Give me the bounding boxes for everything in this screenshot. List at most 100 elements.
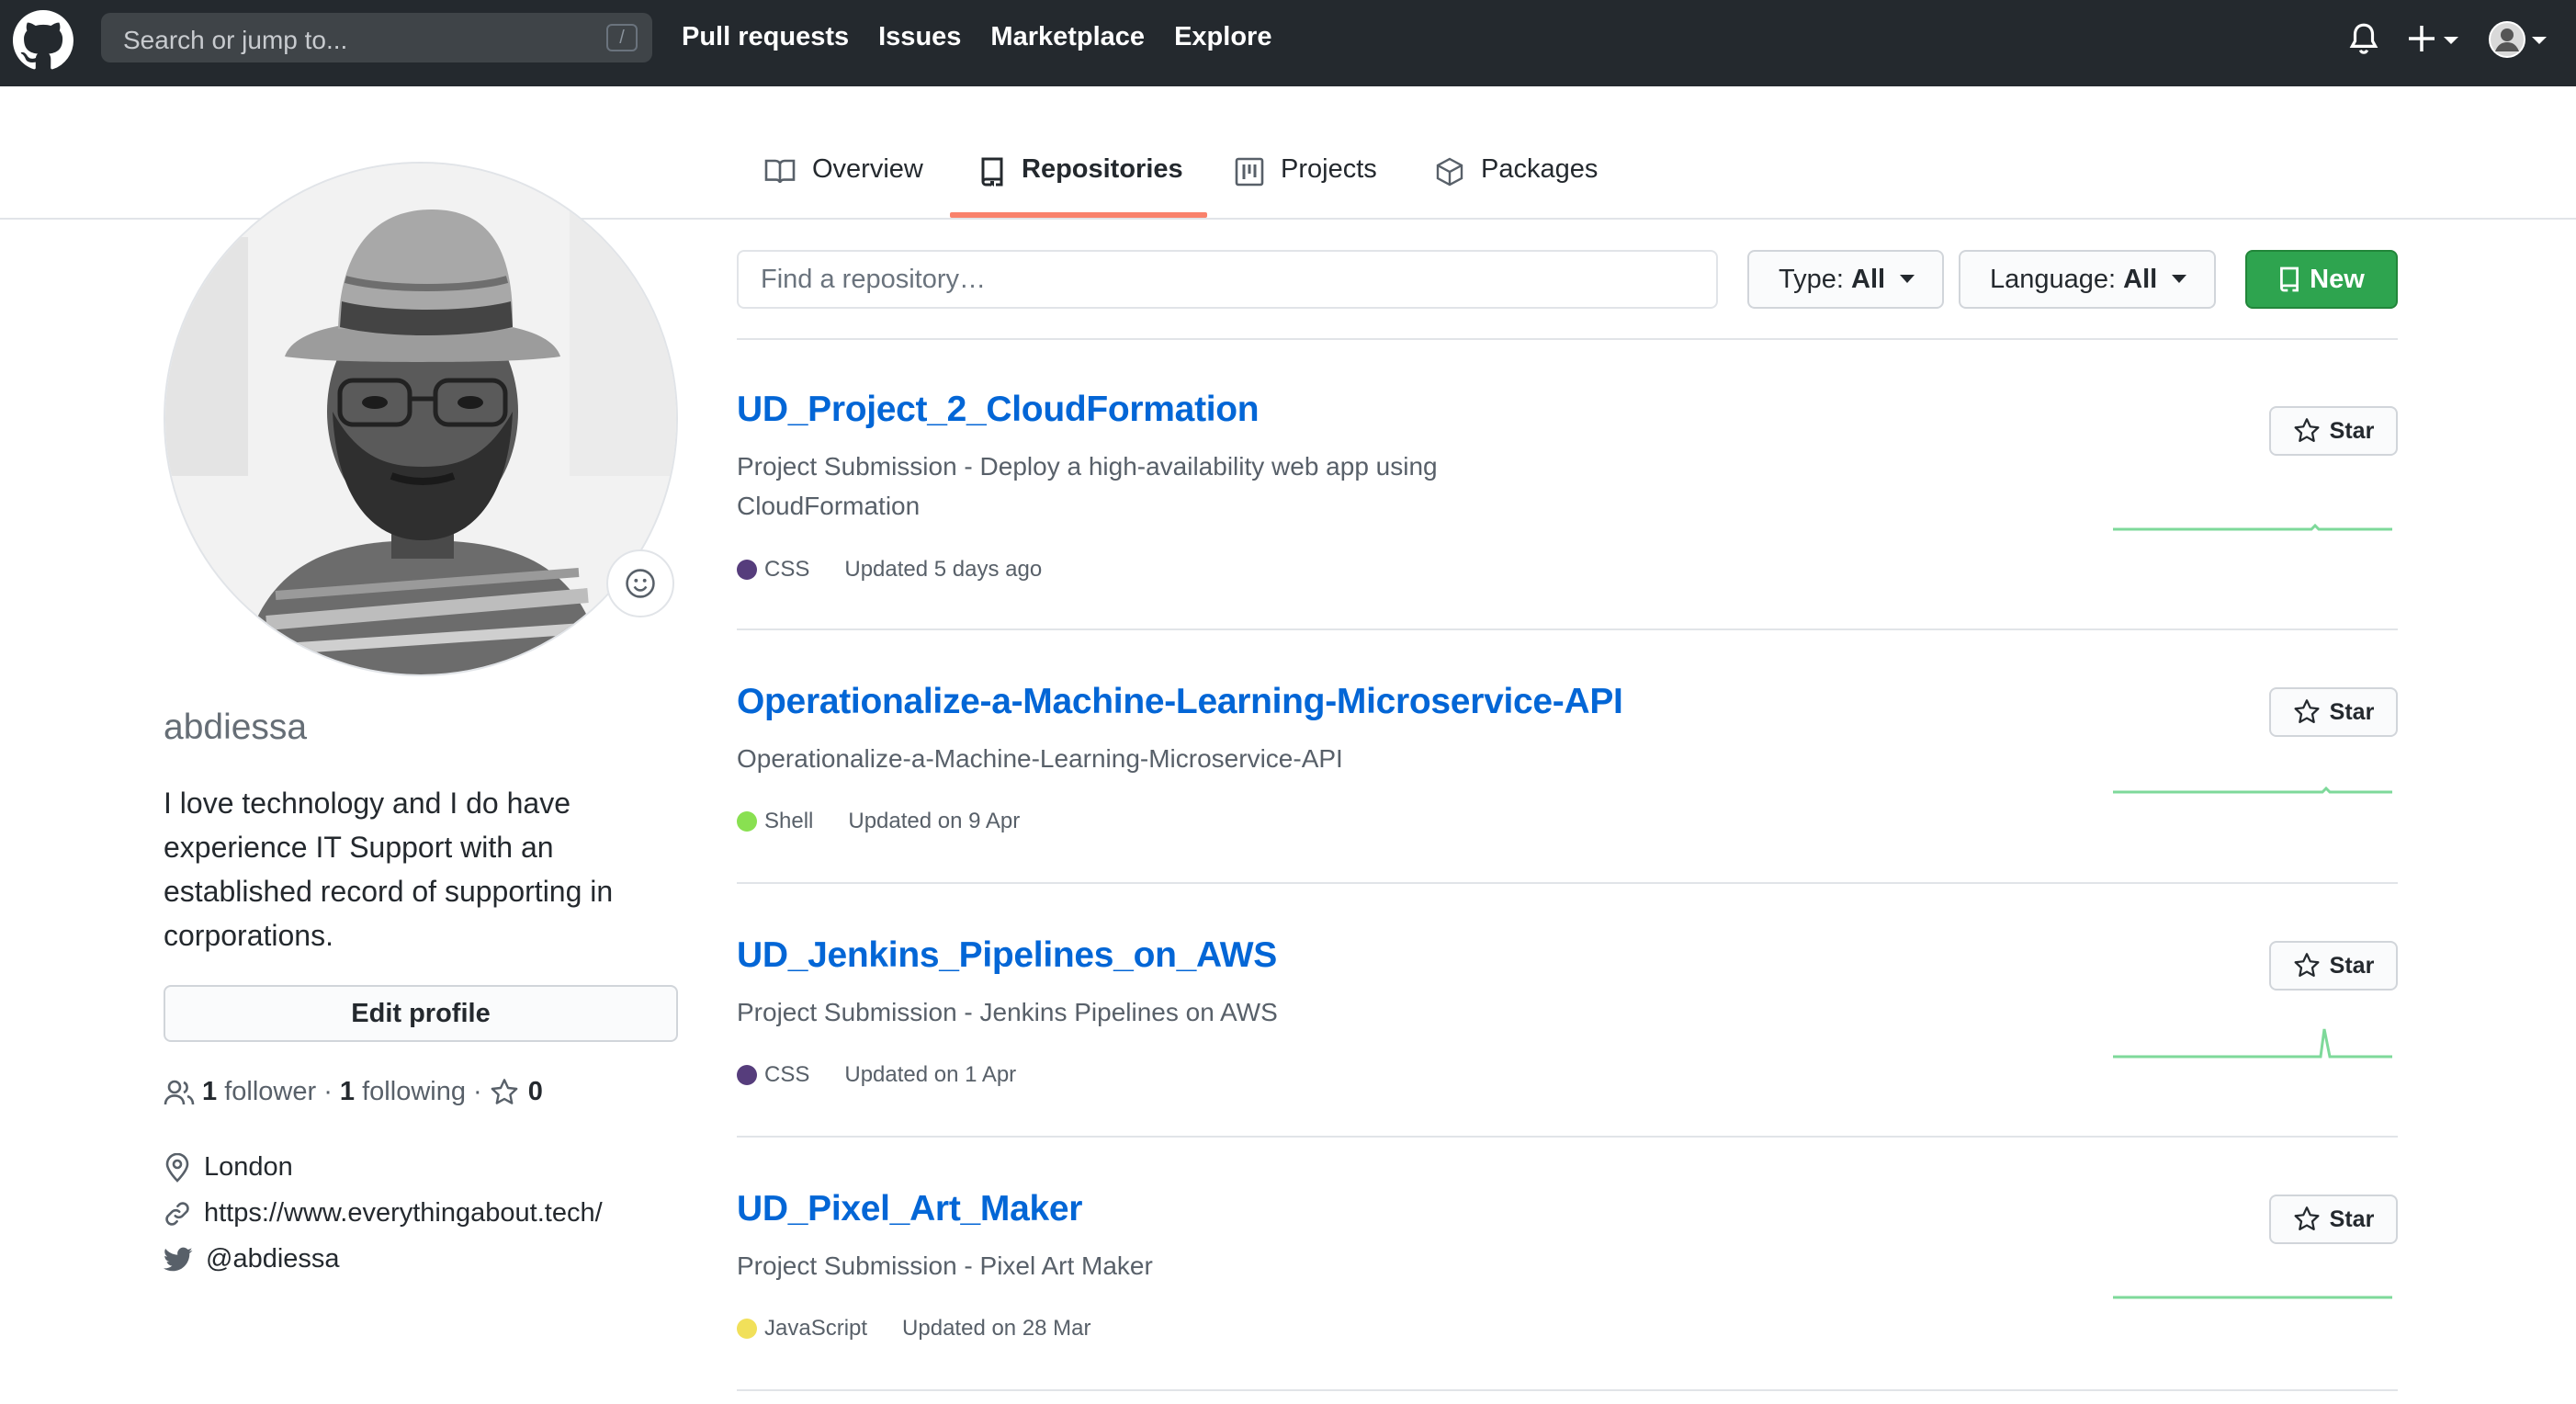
create-new-menu[interactable] xyxy=(2409,22,2466,62)
tab-label: Overview xyxy=(812,154,923,184)
profile-avatar xyxy=(164,162,678,676)
repo-language: CSS xyxy=(764,557,810,582)
tab-packages[interactable]: Packages xyxy=(1435,154,1598,219)
profile-website: https://www.everythingabout.tech/ xyxy=(164,1198,603,1228)
language-filter-dropdown[interactable]: Language: All xyxy=(1959,250,2216,309)
repo-icon xyxy=(981,157,1003,187)
repo-language: JavaScript xyxy=(764,1316,868,1341)
followers-link[interactable]: 1 follower xyxy=(202,1077,316,1107)
package-icon xyxy=(1436,157,1463,187)
followers-count: 1 xyxy=(202,1077,218,1106)
separator-dot: · xyxy=(316,1077,340,1106)
user-menu[interactable] xyxy=(2488,18,2559,65)
repo-meta: CSS Updated on 1 Apr xyxy=(737,1062,1016,1088)
activity-sparkline xyxy=(2113,786,2392,794)
nav-issues[interactable]: Issues xyxy=(878,22,961,52)
nav-pull-requests[interactable]: Pull requests xyxy=(682,22,849,52)
type-filter-value: All xyxy=(1851,265,1886,294)
language-color-dot xyxy=(737,560,757,580)
repo-updated: Updated 5 days ago xyxy=(844,557,1043,582)
repo-description: Project Submission - Jenkins Pipelines o… xyxy=(737,998,1278,1026)
repo-description: Project Submission - Pixel Art Maker xyxy=(737,1251,1153,1280)
profile-location: London xyxy=(164,1152,293,1183)
following-count: 1 xyxy=(339,1077,356,1106)
list-divider xyxy=(737,628,2398,630)
language-color-dot xyxy=(737,1319,757,1339)
profile-bio: I love technology and I do have experien… xyxy=(164,787,614,952)
tab-label: Packages xyxy=(1481,154,1599,184)
activity-sparkline xyxy=(2113,1028,2392,1059)
stars-count: 0 xyxy=(527,1077,543,1106)
following-link[interactable]: 1 following xyxy=(340,1077,466,1107)
book-icon xyxy=(764,159,796,184)
plus-icon xyxy=(2409,26,2458,51)
bell-icon[interactable] xyxy=(2348,22,2379,57)
profile-twitter: @abdiessa xyxy=(164,1244,340,1274)
search-input[interactable]: Search or jump to... / xyxy=(101,13,652,62)
star-label: Star xyxy=(2329,952,2375,979)
separator-dot: · xyxy=(465,1077,490,1106)
list-divider xyxy=(737,882,2398,884)
language-color-dot xyxy=(737,811,757,832)
star-button[interactable]: Star xyxy=(2269,406,2398,456)
following-label: following xyxy=(362,1077,466,1106)
project-icon xyxy=(1235,157,1264,187)
repo-title-link[interactable]: UD_Pixel_Art_Maker xyxy=(737,1189,1082,1229)
active-tab-indicator xyxy=(950,212,1207,218)
github-logo-icon[interactable] xyxy=(13,10,73,71)
star-icon xyxy=(2294,953,2320,977)
language-filter-label: Language: xyxy=(1990,265,2117,294)
top-nav: Pull requests Issues Marketplace Explore xyxy=(682,22,1301,52)
find-repository-input[interactable]: Find a repository… xyxy=(737,250,1718,309)
activity-sparkline xyxy=(2113,1296,2392,1299)
website-link[interactable]: https://www.everythingabout.tech/ xyxy=(204,1198,603,1228)
followers-label: follower xyxy=(224,1077,317,1106)
nav-explore[interactable]: Explore xyxy=(1174,22,1271,52)
type-filter-dropdown[interactable]: Type: All xyxy=(1747,250,1944,309)
avatar-icon xyxy=(2489,21,2547,58)
type-filter-label: Type: xyxy=(1779,265,1844,294)
global-header: Search or jump to... / Pull requests Iss… xyxy=(0,0,2576,86)
list-divider xyxy=(737,1389,2398,1391)
nav-marketplace[interactable]: Marketplace xyxy=(990,22,1145,52)
repo-title-link[interactable]: UD_Project_2_CloudFormation xyxy=(737,390,1260,430)
twitter-icon xyxy=(164,1247,193,1271)
avatar-photo xyxy=(165,164,676,674)
repo-meta: CSS Updated 5 days ago xyxy=(737,557,1042,583)
repo-title-link[interactable]: Operationalize-a-Machine-Learning-Micros… xyxy=(737,682,1623,722)
list-divider xyxy=(737,338,2398,340)
tab-repositories[interactable]: Repositories xyxy=(979,154,1183,219)
twitter-handle[interactable]: @abdiessa xyxy=(206,1244,340,1274)
tab-label: Repositories xyxy=(1022,154,1183,184)
star-label: Star xyxy=(2329,417,2375,444)
star-button[interactable]: Star xyxy=(2269,941,2398,991)
repo-updated: Updated on 9 Apr xyxy=(848,809,1021,833)
tab-overview[interactable]: Overview xyxy=(764,154,923,219)
repo-description: Operationalize-a-Machine-Learning-Micros… xyxy=(737,744,1343,773)
new-repository-button[interactable]: New xyxy=(2245,250,2398,309)
repo-title-link[interactable]: UD_Jenkins_Pipelines_on_AWS xyxy=(737,935,1277,976)
star-icon xyxy=(491,1078,518,1104)
language-filter-value: All xyxy=(2123,265,2158,294)
repo-meta: JavaScript Updated on 28 Mar xyxy=(737,1316,1091,1342)
follow-stats: 1 follower · 1 following · 0 xyxy=(164,1077,543,1107)
repo-language: Shell xyxy=(764,809,814,833)
repo-language: CSS xyxy=(764,1062,810,1087)
link-icon xyxy=(165,1201,189,1226)
star-icon xyxy=(2294,699,2320,723)
activity-sparkline xyxy=(2113,523,2392,531)
star-button[interactable]: Star xyxy=(2269,1195,2398,1244)
set-status-button[interactable] xyxy=(606,549,674,617)
search-placeholder: Search or jump to... xyxy=(123,26,348,54)
tab-projects[interactable]: Projects xyxy=(1235,154,1377,219)
star-icon xyxy=(2294,418,2320,442)
tab-label: Projects xyxy=(1281,154,1377,184)
chevron-down-icon xyxy=(1900,274,1915,283)
slash-shortcut-hint: / xyxy=(606,24,638,51)
new-button-label: New xyxy=(2310,265,2365,294)
edit-profile-button[interactable]: Edit profile xyxy=(164,985,678,1042)
stars-link[interactable]: 0 xyxy=(490,1077,543,1107)
profile-username: abdiessa xyxy=(164,708,308,747)
repo-updated: Updated on 28 Mar xyxy=(902,1316,1091,1341)
star-button[interactable]: Star xyxy=(2269,687,2398,737)
